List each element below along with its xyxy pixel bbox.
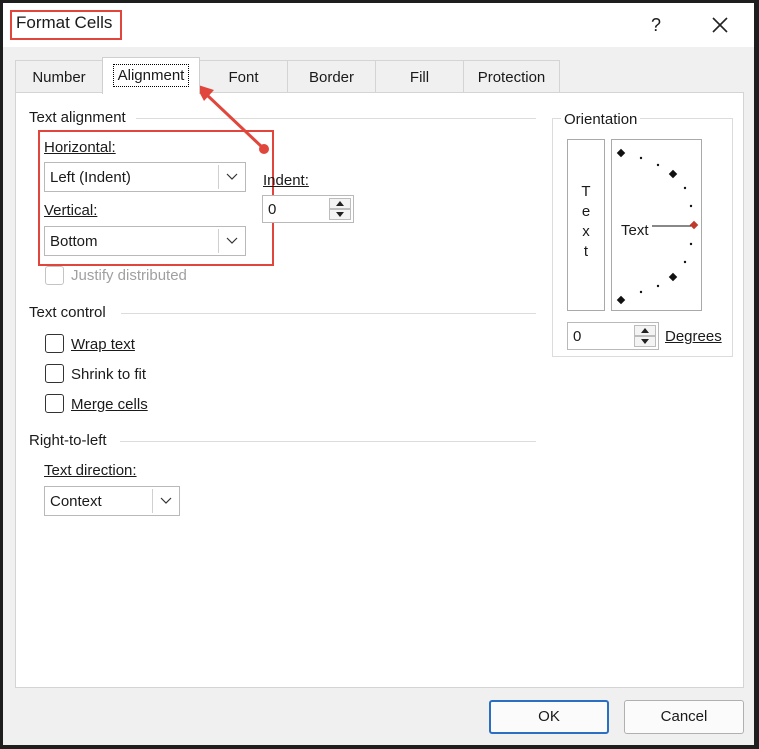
divider bbox=[121, 313, 536, 314]
dial-dot bbox=[639, 156, 643, 160]
dial-dot bbox=[689, 204, 693, 208]
chevron-down-icon bbox=[226, 173, 238, 180]
indent-decrease-button[interactable] bbox=[329, 209, 351, 220]
merge-cells-label: Merge cells bbox=[71, 396, 148, 413]
tab-label: Border bbox=[308, 69, 355, 86]
divider bbox=[120, 441, 536, 442]
title-highlight-box bbox=[10, 10, 122, 40]
arrow-down-icon bbox=[336, 212, 344, 217]
tab-border[interactable]: Border bbox=[287, 60, 376, 93]
degrees-increase-button[interactable] bbox=[634, 325, 656, 336]
chevron-down-icon bbox=[226, 237, 238, 244]
wrap-text-label: Wrap text bbox=[71, 336, 135, 353]
help-button[interactable]: ? bbox=[644, 11, 668, 39]
dial-dot bbox=[689, 242, 693, 246]
degrees-value: 0 bbox=[573, 328, 582, 345]
right-to-left-title: Right-to-left bbox=[29, 432, 107, 449]
horizontal-dropdown-button[interactable] bbox=[218, 165, 243, 189]
tab-label: Number bbox=[32, 69, 86, 86]
tab-number[interactable]: Number bbox=[15, 60, 103, 93]
vertical-label: Vertical: bbox=[44, 202, 97, 219]
indent-spinner[interactable]: 0 bbox=[262, 195, 354, 223]
close-button[interactable] bbox=[703, 9, 737, 41]
shrink-to-fit-label: Shrink to fit bbox=[71, 366, 147, 383]
text-direction-combobox[interactable]: Context bbox=[44, 486, 180, 516]
chevron-down-icon bbox=[160, 497, 172, 504]
divider bbox=[136, 118, 536, 119]
indent-increase-button[interactable] bbox=[329, 198, 351, 209]
text-alignment-title: Text alignment bbox=[29, 109, 126, 126]
dial-dot bbox=[683, 260, 687, 264]
text-control-title: Text control bbox=[29, 304, 106, 321]
alignment-panel: Text alignment Horizontal: Left (Indent)… bbox=[15, 92, 744, 688]
dial-text-label: Text bbox=[621, 222, 649, 239]
tab-alignment[interactable]: Alignment bbox=[102, 57, 200, 94]
tab-protection[interactable]: Protection bbox=[463, 60, 560, 93]
tab-label: Alignment bbox=[112, 64, 190, 87]
tab-label: Font bbox=[228, 69, 259, 86]
dial-diamond bbox=[668, 169, 678, 179]
orientation-title: Orientation bbox=[561, 111, 641, 128]
vertical-text-letter: T bbox=[581, 183, 591, 200]
format-cells-dialog: Format Cells ? Number Alignment Font Bor… bbox=[3, 3, 754, 745]
horizontal-label-text: Horizontal: bbox=[44, 139, 116, 156]
dial-diamond bbox=[616, 295, 626, 305]
indent-value: 0 bbox=[268, 201, 277, 218]
degrees-spinner[interactable]: 0 bbox=[567, 322, 659, 350]
vertical-text-letter: x bbox=[582, 223, 590, 240]
cancel-button[interactable]: Cancel bbox=[624, 700, 744, 734]
text-direction-value: Context bbox=[50, 493, 102, 510]
text-direction-dropdown-button[interactable] bbox=[152, 489, 177, 513]
close-icon bbox=[712, 17, 728, 33]
dial-dot bbox=[639, 290, 643, 294]
vertical-value: Bottom bbox=[50, 233, 98, 250]
vertical-text-button[interactable]: T e x t bbox=[567, 139, 605, 311]
tab-label: Protection bbox=[477, 69, 546, 86]
merge-cells-checkbox[interactable] bbox=[45, 394, 64, 413]
orientation-dial[interactable]: Text bbox=[611, 139, 702, 311]
wrap-text-checkbox[interactable] bbox=[45, 334, 64, 353]
title-bar: Format Cells ? bbox=[3, 3, 754, 47]
degrees-label: Degrees bbox=[665, 328, 722, 345]
arrow-down-icon bbox=[641, 339, 649, 344]
orientation-group: Orientation T e x t Text 0 Degrees bbox=[552, 111, 733, 357]
horizontal-combobox[interactable]: Left (Indent) bbox=[44, 162, 246, 192]
justify-distributed-checkbox[interactable] bbox=[45, 266, 64, 285]
dial-diamond bbox=[668, 272, 678, 282]
vertical-combobox[interactable]: Bottom bbox=[44, 226, 246, 256]
dial-dot bbox=[656, 163, 660, 167]
text-direction-label: Text direction: bbox=[44, 462, 137, 479]
shrink-to-fit-checkbox[interactable] bbox=[45, 364, 64, 383]
arrow-up-icon bbox=[336, 201, 344, 206]
arrow-up-icon bbox=[641, 328, 649, 333]
horizontal-label: Horizontal: bbox=[44, 139, 116, 156]
horizontal-value: Left (Indent) bbox=[50, 169, 131, 186]
vertical-dropdown-button[interactable] bbox=[218, 229, 243, 253]
ok-button[interactable]: OK bbox=[489, 700, 609, 734]
tab-font[interactable]: Font bbox=[199, 60, 288, 93]
justify-distributed-label: Justify distributed bbox=[71, 267, 187, 284]
dial-dot bbox=[683, 186, 687, 190]
vertical-text-letter: t bbox=[583, 243, 589, 260]
vertical-label-text: Vertical: bbox=[44, 202, 98, 219]
dial-dot bbox=[656, 284, 660, 288]
degrees-decrease-button[interactable] bbox=[634, 336, 656, 347]
dial-marker bbox=[689, 220, 699, 230]
indent-label-text: Indent: bbox=[263, 172, 309, 189]
tab-fill[interactable]: Fill bbox=[375, 60, 464, 93]
dial-diamond bbox=[616, 148, 626, 158]
indent-label: Indent: bbox=[263, 172, 309, 189]
vertical-text-letter: e bbox=[581, 203, 591, 220]
tab-label: Fill bbox=[409, 69, 430, 86]
